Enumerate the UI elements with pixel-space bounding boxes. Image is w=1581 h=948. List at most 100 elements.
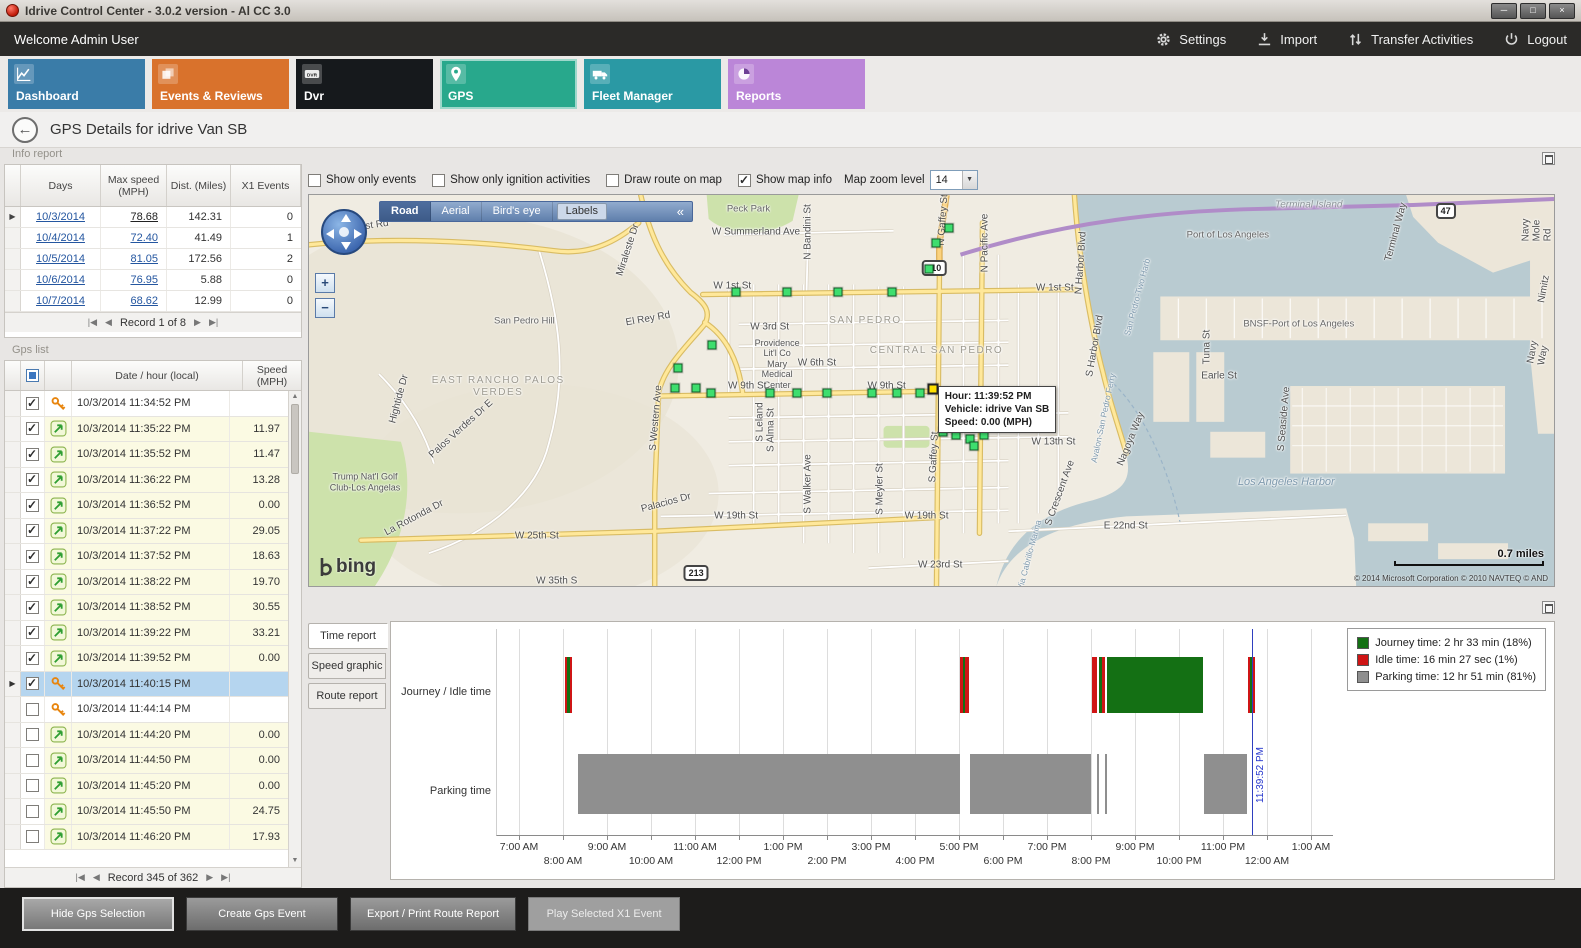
pager-prev-icon[interactable]: ◀ [93, 872, 100, 883]
day-link[interactable]: 10/3/2014 [36, 211, 85, 223]
row-checkbox[interactable] [26, 524, 39, 537]
row-checkbox[interactable] [26, 805, 39, 818]
gps-row[interactable]: 10/3/2014 11:46:20 PM17.93 [5, 825, 288, 851]
map-maximize-button[interactable] [1542, 152, 1555, 165]
pager-next-icon[interactable]: ▶ [194, 317, 201, 328]
gps-cell-checkbox[interactable] [21, 493, 45, 518]
gps-row[interactable]: 10/3/2014 11:44:50 PM0.00 [5, 748, 288, 774]
row-checkbox[interactable] [26, 779, 39, 792]
gps-route-marker[interactable] [673, 364, 682, 373]
gps-row[interactable]: 10/3/2014 11:38:22 PM19.70 [5, 570, 288, 596]
gps-list-pager[interactable]: |◀ ◀ Record 345 of 362 ▶ ▶| [5, 867, 301, 887]
gps-row[interactable]: 10/3/2014 11:38:52 PM30.55 [5, 595, 288, 621]
row-checkbox[interactable] [26, 499, 39, 512]
row-checkbox[interactable] [26, 754, 39, 767]
gps-cell-checkbox[interactable] [21, 825, 45, 850]
info-row[interactable]: ▶10/3/201478.68142.310 [5, 207, 301, 228]
chart-maximize-button[interactable] [1542, 601, 1555, 614]
checkbox[interactable] [738, 174, 751, 187]
max-speed-link[interactable]: 76.95 [130, 274, 158, 286]
nav-tab-reports[interactable]: Reports [728, 59, 865, 109]
row-checkbox[interactable] [26, 728, 39, 741]
gps-cell-checkbox[interactable] [21, 672, 45, 697]
map-zoom-select[interactable]: 14▼ [930, 170, 978, 190]
gps-route-marker[interactable] [671, 384, 680, 393]
pager-next-icon[interactable]: ▶ [206, 872, 213, 883]
gps-cell-checkbox[interactable] [21, 595, 45, 620]
info-cell-days[interactable]: 10/5/2014 [21, 249, 101, 269]
gps-row[interactable]: 10/3/2014 11:44:14 PM [5, 697, 288, 723]
map-zoom-in-button[interactable]: + [315, 273, 335, 293]
gps-row[interactable]: 10/3/2014 11:35:22 PM11.97 [5, 417, 288, 443]
gps-route-marker[interactable] [925, 264, 934, 273]
gps-cell-checkbox[interactable] [21, 748, 45, 773]
gps-route-marker[interactable] [932, 238, 941, 247]
gps-route-marker[interactable] [916, 388, 925, 397]
map-filter-show-only-ignition-activities[interactable]: Show only ignition activities [432, 174, 590, 187]
nav-tab-events-reviews[interactable]: Events & Reviews [152, 59, 289, 109]
gps-cell-checkbox[interactable] [21, 391, 45, 416]
row-checkbox[interactable] [26, 601, 39, 614]
info-cell-days[interactable]: 10/7/2014 [21, 291, 101, 311]
checkbox[interactable] [606, 174, 619, 187]
selected-gps-marker[interactable] [927, 383, 938, 394]
info-row[interactable]: 10/6/201476.955.880 [5, 270, 301, 291]
gps-route-marker[interactable] [822, 388, 831, 397]
gps-cell-checkbox[interactable] [21, 519, 45, 544]
max-speed-link[interactable]: 78.68 [130, 211, 158, 223]
gps-row[interactable]: 10/3/2014 11:35:52 PM11.47 [5, 442, 288, 468]
chart-tab-speed-graphic[interactable]: Speed graphic [308, 653, 386, 679]
gps-route-marker[interactable] [708, 341, 717, 350]
map-labels-button[interactable]: Labels [557, 203, 607, 220]
chart-tab-time-report[interactable]: Time report [308, 623, 388, 649]
nav-tab-fleet-manager[interactable]: Fleet Manager [584, 59, 721, 109]
export-print-route-report-button[interactable]: Export / Print Route Report [350, 897, 516, 931]
checkbox[interactable] [432, 174, 445, 187]
scroll-up-icon[interactable]: ▲ [289, 391, 301, 403]
gps-row[interactable]: 10/3/2014 11:36:52 PM0.00 [5, 493, 288, 519]
gps-list-scrollbar[interactable]: ▲ ▼ [288, 391, 301, 867]
create-gps-event-button[interactable]: Create Gps Event [186, 897, 338, 931]
gps-row[interactable]: 10/3/2014 11:39:52 PM0.00 [5, 646, 288, 672]
pager-first-icon[interactable]: |◀ [88, 317, 97, 328]
info-header-max_speed[interactable]: Max speed (MPH) [101, 165, 167, 206]
max-speed-link[interactable]: 81.05 [130, 253, 158, 265]
gps-cell-checkbox[interactable] [21, 442, 45, 467]
toolbar-action-transfer-activities[interactable]: Transfer Activities [1347, 31, 1473, 48]
info-cell-max-speed[interactable]: 78.68 [101, 207, 167, 227]
row-checkbox[interactable] [26, 677, 39, 690]
play-selected-x1-event-button[interactable]: Play Selected X1 Event [528, 897, 680, 931]
day-link[interactable]: 10/7/2014 [36, 295, 85, 307]
row-checkbox[interactable] [26, 397, 39, 410]
gps-route-marker[interactable] [887, 288, 896, 297]
info-cell-max-speed[interactable]: 72.40 [101, 228, 167, 248]
back-button[interactable]: ← [12, 117, 38, 143]
map-filter-show-only-events[interactable]: Show only events [308, 174, 416, 187]
gps-cell-checkbox[interactable] [21, 774, 45, 799]
max-speed-link[interactable]: 72.40 [130, 232, 158, 244]
row-checkbox[interactable] [26, 550, 39, 563]
gps-cell-checkbox[interactable] [21, 697, 45, 722]
info-cell-days[interactable]: 10/3/2014 [21, 207, 101, 227]
row-checkbox[interactable] [26, 830, 39, 843]
gps-route-marker[interactable] [867, 388, 876, 397]
map-style-aerial[interactable]: Aerial [431, 202, 482, 221]
row-checkbox[interactable] [26, 626, 39, 639]
map-style-bird-s-eye[interactable]: Bird's eye [482, 202, 553, 221]
gps-header-date[interactable]: Date / hour (local) [72, 361, 243, 390]
map-zoom-out-button[interactable]: − [315, 298, 335, 318]
gps-cell-checkbox[interactable] [21, 468, 45, 493]
map-filter-show-map-info[interactable]: Show map info [738, 174, 832, 187]
info-cell-max-speed[interactable]: 76.95 [101, 270, 167, 290]
gps-row[interactable]: 10/3/2014 11:36:22 PM13.28 [5, 468, 288, 494]
gps-row[interactable]: 10/3/2014 11:37:22 PM29.05 [5, 519, 288, 545]
gps-route-marker[interactable] [834, 288, 843, 297]
map-compass-control[interactable] [321, 209, 367, 255]
scroll-down-icon[interactable]: ▼ [289, 855, 301, 867]
map-filter-draw-route-on-map[interactable]: Draw route on map [606, 174, 722, 187]
hide-gps-selection-button[interactable]: Hide Gps Selection [22, 897, 174, 931]
gps-header-speed[interactable]: Speed (MPH) [243, 361, 301, 390]
info-cell-max-speed[interactable]: 81.05 [101, 249, 167, 269]
pager-first-icon[interactable]: |◀ [76, 872, 85, 883]
gps-cell-checkbox[interactable] [21, 621, 45, 646]
